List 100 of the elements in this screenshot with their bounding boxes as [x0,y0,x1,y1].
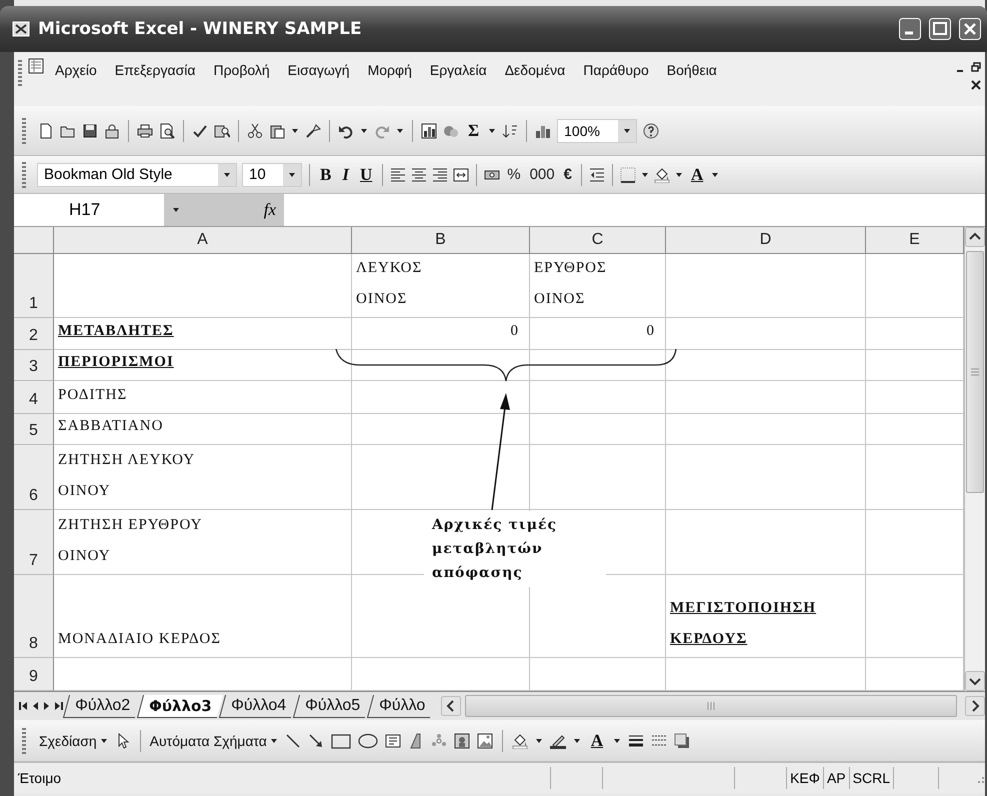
underline-button[interactable]: U [356,164,376,184]
table-cell[interactable]: ΛΕΥΚΟΣ ΟΙΝΟΣ [352,254,530,318]
table-cell[interactable] [530,381,666,414]
table-cell[interactable]: ΖΗΤΗΣΗ ΕΡΥΘΡΟΥ ΟΙΝΟΥ [54,510,352,575]
select-all-corner[interactable] [14,227,54,254]
menu-item[interactable]: Παράθυρο [574,58,658,82]
column-header[interactable]: B [352,227,530,254]
table-cell[interactable]: ΜΕΓΙΣΤΟΠΟΙΗΣΗ ΚΕΡΔΟΥΣ [666,575,866,658]
menu-item[interactable]: Αρχείο [46,58,106,82]
menu-item[interactable]: Εισαγωγή [278,58,359,82]
row-header[interactable]: 9 [14,658,54,691]
table-cell[interactable] [666,381,866,414]
align-center-icon[interactable] [411,166,428,182]
row-header[interactable]: 8 [14,575,54,658]
scroll-up-button[interactable] [965,227,985,247]
column-header[interactable]: A [54,227,352,254]
row-header[interactable]: 7 [14,510,54,575]
row-header[interactable]: 4 [14,381,54,414]
menu-item[interactable]: Προβολή [204,58,279,82]
table-cell[interactable] [54,254,352,318]
bold-button[interactable]: B [317,164,334,184]
percent-button[interactable]: % [505,166,523,183]
scroll-right-button[interactable] [965,696,986,716]
table-cell[interactable] [666,510,866,575]
autoshapes-menu[interactable]: Αυτόματα Σχήματα [150,732,278,748]
sheet-tab[interactable]: Φύλλο3 [137,694,223,718]
row-header[interactable]: 6 [14,445,54,510]
cut-icon[interactable] [247,122,263,138]
row-header[interactable]: 5 [14,414,54,445]
vertical-scrollbar[interactable] [964,227,985,691]
first-sheet-icon[interactable] [18,700,28,712]
workbook-icon[interactable] [28,58,46,76]
toolbar-grip[interactable] [22,162,26,190]
table-cell[interactable] [530,414,666,445]
row-header[interactable]: 3 [14,350,54,381]
last-sheet-icon[interactable] [54,700,64,712]
borders-icon[interactable] [620,166,636,182]
save-icon[interactable] [82,122,98,138]
minimize-button[interactable] [899,18,921,40]
restore-icon[interactable] [971,62,981,72]
row-header[interactable]: 1 [14,254,54,318]
menu-item[interactable]: Επεξεργασία [106,58,204,82]
table-cell[interactable]: ΕΡΥΘΡΟΣ ΟΙΝΟΣ [530,254,666,318]
menu-item[interactable]: Βοήθεια [658,58,726,82]
table-cell[interactable] [352,414,530,445]
table-cell[interactable] [666,350,866,381]
fill-color-icon[interactable] [512,732,528,748]
paste-icon[interactable] [269,122,285,138]
table-cell[interactable]: ΜΟΝΑΔΙΑΙΟ ΚΕΡΔΟΣ [54,575,352,658]
line-color-icon[interactable] [550,732,566,748]
research-icon[interactable] [214,122,230,138]
print-preview-icon[interactable] [159,122,175,138]
help-icon[interactable] [643,122,660,138]
close-icon[interactable] [971,80,981,90]
align-right-icon[interactable] [432,166,448,182]
line-icon[interactable] [284,732,301,748]
italic-button[interactable]: I [339,164,352,184]
table-cell[interactable]: ΠΕΡΙΟΡΙΣΜΟΙ [54,350,352,381]
table-cell[interactable] [666,445,866,510]
table-cell[interactable]: ΖΗΤΗΣΗ ΛΕΥΚΟΥ ΟΙΝΟΥ [54,445,352,510]
table-cell[interactable]: ΡΟΔΙΤΗΣ [54,381,352,414]
table-cell[interactable] [530,445,666,510]
table-cell[interactable]: ΜΕΤΑΒΛΗΤΕΣ [54,318,352,350]
table-cell[interactable]: 0 [352,318,530,350]
font-size-field[interactable]: 10 [242,162,302,186]
table-cell[interactable] [666,318,866,350]
table-cell[interactable] [352,350,530,381]
draw-menu[interactable]: Σχεδίαση [39,732,108,748]
menu-item[interactable]: Εργαλεία [420,58,496,82]
spelling-icon[interactable] [192,122,208,138]
align-left-icon[interactable] [390,166,406,182]
indent-icon[interactable] [588,166,605,182]
text-box-icon[interactable] [384,732,401,748]
merge-center-icon[interactable] [453,166,470,182]
autosum-button[interactable]: Σ [465,120,482,140]
column-header[interactable]: C [530,227,666,254]
zoom-field[interactable]: 100% [557,118,638,142]
picture-icon[interactable] [476,732,493,748]
oval-icon[interactable] [358,732,378,750]
menu-item[interactable]: Δεδομένα [496,58,574,82]
thousands-button[interactable]: 000 [528,166,557,183]
font-color-button[interactable]: A [588,730,606,750]
scroll-thumb[interactable] [966,251,984,493]
arrow-icon[interactable] [308,732,324,748]
line-style-icon[interactable] [628,732,644,748]
menu-item[interactable]: Μορφή [358,58,421,82]
table-cell[interactable]: ΣΑΒΒΑΤΙΑΝΟ [54,414,352,445]
new-document-icon[interactable] [38,122,54,138]
clip-art-icon[interactable] [454,732,470,748]
table-cell[interactable] [530,350,666,381]
close-button[interactable] [959,18,981,40]
font-field[interactable]: Bookman Old Style [37,162,237,186]
maximize-button[interactable] [929,18,951,40]
lock-icon[interactable] [104,122,120,138]
toolbar-grip[interactable] [18,60,22,88]
euro-button[interactable]: € [562,166,574,183]
diagram-icon[interactable] [430,732,447,748]
rectangle-icon[interactable] [330,732,351,750]
toolbar-grip[interactable] [22,728,26,756]
table-cell[interactable] [666,414,866,445]
